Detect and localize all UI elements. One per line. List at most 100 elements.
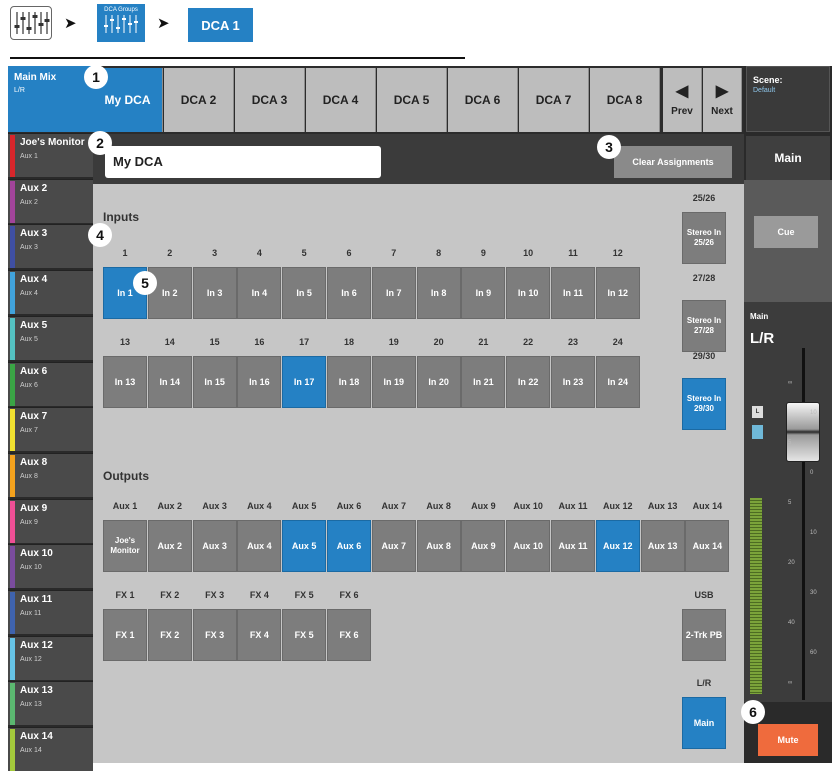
aux-assign-button[interactable]: Aux 13 [640, 520, 685, 572]
callout-2: 2 [88, 131, 112, 155]
input-assign-button[interactable]: In 18 [327, 356, 371, 408]
fx-assign-button[interactable]: FX 5 [282, 609, 327, 661]
fader-scale-mark: 10 [810, 530, 817, 536]
sidebar-item-title: Aux 13 [20, 685, 53, 697]
input-assign-button[interactable]: In 10 [506, 267, 551, 319]
cue-button[interactable]: Cue [754, 216, 818, 248]
clear-assignments-button[interactable]: Clear Assignments [614, 146, 732, 178]
input-assign-button[interactable]: In 17 [282, 356, 327, 408]
input-assign-button[interactable]: In 14 [147, 356, 192, 408]
right-panel: Scene: Default Main Cue Main L/R L ∞ 10 5 0… [744, 66, 832, 763]
sidebar-item-1[interactable]: Joe's Monitor Aux 1 [8, 133, 93, 177]
fader-scale-mark: ∞ [788, 680, 793, 686]
tab-dca-7[interactable]: DCA 7 [519, 68, 589, 132]
fx-assign-button[interactable]: FX 2 [147, 609, 192, 661]
aux-assign-button[interactable]: Joe's Monitor [103, 520, 147, 572]
aux-assign-button[interactable]: Aux 5 [282, 520, 327, 572]
aux-number: Aux 5 [291, 501, 317, 511]
channel-color-swatch [10, 500, 15, 543]
sidebar-item-12[interactable]: Aux 12 Aux 12 [8, 635, 93, 680]
channel-number: 14 [164, 337, 175, 347]
input-assign-button[interactable]: In 3 [192, 267, 237, 319]
stereo-assign-button[interactable]: Stereo In 27/28 [682, 300, 726, 352]
sidebar-item-4[interactable]: Aux 4 Aux 4 [8, 270, 93, 315]
sidebar-item-10[interactable]: Aux 10 Aux 10 [8, 544, 93, 589]
sidebar-item-main-mix[interactable]: Main Mix L/R [8, 66, 93, 132]
aux-assign-button[interactable]: Aux 14 [685, 520, 730, 572]
dca-name-bar: My DCA Clear Assignments [93, 134, 744, 184]
aux-assign-button[interactable]: Aux 2 [147, 520, 192, 572]
fader-scale-mark: 20 [788, 560, 795, 566]
breadcrumb-current[interactable]: DCA 1 [188, 8, 253, 42]
fx-assign-button[interactable]: FX 1 [103, 609, 147, 661]
sidebar-item-6[interactable]: Aux 6 Aux 6 [8, 361, 93, 406]
stereo-assign-button[interactable]: Stereo In 25/26 [682, 212, 726, 264]
input-assign-button[interactable]: In 13 [103, 356, 147, 408]
input-assign-button[interactable]: In 7 [371, 267, 416, 319]
lr-assign-button[interactable]: Main [682, 697, 726, 749]
input-assign-button[interactable]: In 19 [371, 356, 416, 408]
sidebar-item-title: Joe's Monitor [20, 137, 85, 148]
sidebar-item-11[interactable]: Aux 11 Aux 11 [8, 590, 93, 634]
sidebar-item-2[interactable]: Aux 2 Aux 2 [8, 178, 93, 223]
input-assign-button[interactable]: In 20 [416, 356, 461, 408]
aux-assign-button[interactable]: Aux 12 [595, 520, 640, 572]
aux-assign-button[interactable]: Aux 7 [371, 520, 416, 572]
sidebar-item-14[interactable]: Aux 14 Aux 14 [8, 727, 93, 771]
prev-button[interactable]: ◀ Prev [663, 68, 702, 132]
input-assign-button[interactable]: In 22 [506, 356, 551, 408]
mixer-icon[interactable] [10, 6, 52, 40]
input-assign-button[interactable]: In 21 [461, 356, 506, 408]
stereo-assign-button[interactable]: Stereo In 29/30 [682, 378, 726, 430]
channel-number: 1 [122, 248, 128, 258]
aux-assign-button[interactable]: Aux 10 [506, 520, 551, 572]
aux-assign-button[interactable]: Aux 11 [551, 520, 595, 572]
mute-button[interactable]: Mute [758, 724, 818, 756]
aux-assign-button[interactable]: Aux 6 [327, 520, 371, 572]
channel-number: 7 [391, 248, 397, 258]
input-assign-button[interactable]: In 16 [237, 356, 282, 408]
breadcrumb-divider [10, 57, 465, 59]
fx-assign-button[interactable]: FX 3 [192, 609, 237, 661]
sidebar-item-title: Aux 11 [20, 594, 53, 605]
scene-indicator[interactable]: Scene: Default [746, 66, 830, 132]
fx-assign-button[interactable]: FX 4 [237, 609, 282, 661]
input-assign-button[interactable]: In 8 [416, 267, 461, 319]
input-assign-button[interactable]: In 4 [237, 267, 282, 319]
inputs-title: Inputs [103, 210, 139, 224]
input-assign-button[interactable]: In 12 [595, 267, 640, 319]
input-assign-button[interactable]: In 5 [282, 267, 327, 319]
main-tab[interactable]: Main [746, 136, 830, 180]
input-assign-button[interactable]: In 11 [551, 267, 595, 319]
aux-assign-button[interactable]: Aux 9 [461, 520, 506, 572]
channel-number: 23 [567, 337, 578, 347]
tab-dca-4[interactable]: DCA 4 [306, 68, 376, 132]
tab-dca-6[interactable]: DCA 6 [448, 68, 518, 132]
aux-assign-button[interactable]: Aux 4 [237, 520, 282, 572]
tab-dca-8[interactable]: DCA 8 [590, 68, 660, 132]
aux-assign-button[interactable]: Aux 3 [192, 520, 237, 572]
sidebar-item-5[interactable]: Aux 5 Aux 5 [8, 315, 93, 360]
dca-groups-icon[interactable]: DCA Groups [97, 4, 145, 42]
usb-assign-button[interactable]: 2-Trk PB [682, 609, 726, 661]
next-button[interactable]: ▶ Next [703, 68, 742, 132]
left-arrow-icon: ◀ [675, 82, 689, 100]
aux-number: Aux 2 [157, 501, 183, 511]
tab-dca-2[interactable]: DCA 2 [164, 68, 234, 132]
sidebar-item-8[interactable]: Aux 8 Aux 8 [8, 452, 93, 497]
sidebar-item-3[interactable]: Aux 3 Aux 3 [8, 224, 93, 269]
input-assign-button[interactable]: In 9 [461, 267, 506, 319]
aux-assign-button[interactable]: Aux 8 [416, 520, 461, 572]
sidebar-item-9[interactable]: Aux 9 Aux 9 [8, 498, 93, 543]
input-assign-button[interactable]: In 15 [192, 356, 237, 408]
input-assign-button[interactable]: In 24 [595, 356, 640, 408]
input-assign-button[interactable]: In 6 [327, 267, 371, 319]
sidebar-item-7[interactable]: Aux 7 Aux 7 [8, 407, 93, 452]
fx-number: FX 1 [115, 590, 135, 600]
fx-assign-button[interactable]: FX 6 [327, 609, 371, 661]
sidebar-item-13[interactable]: Aux 13 Aux 13 [8, 681, 93, 726]
dca-name-field[interactable]: My DCA [105, 146, 381, 178]
tab-dca-5[interactable]: DCA 5 [377, 68, 447, 132]
input-assign-button[interactable]: In 23 [551, 356, 595, 408]
tab-dca-3[interactable]: DCA 3 [235, 68, 305, 132]
